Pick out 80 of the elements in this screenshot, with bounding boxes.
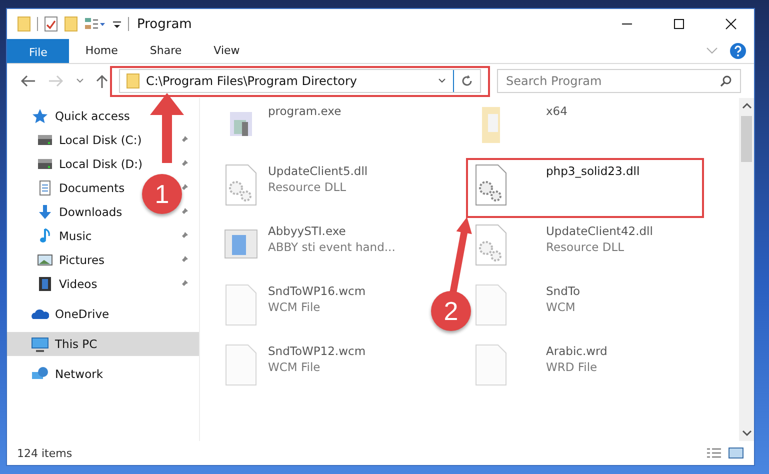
file-type: ABBY sti event hand... [268,240,396,254]
file-item[interactable]: SndTo WCM [472,278,582,338]
nav-item[interactable]: OneDrive [7,302,199,326]
search-field[interactable]: Search Program [497,69,741,93]
drive-icon [37,132,53,148]
drive-icon [37,156,53,172]
file-type: Resource DLL [268,180,348,194]
nav-item[interactable]: Network [7,362,199,386]
nav-item[interactable]: Downloads [7,200,126,224]
star-icon [31,108,49,124]
file-type: WCM [546,300,576,314]
file-type: WRD File [546,360,598,374]
nav-item[interactable]: Local Disk (C:) [7,128,146,152]
scroll-up-icon[interactable] [742,102,752,110]
file-item[interactable]: SndToWP12.wcm WCM File [222,338,368,398]
window-title: Program [137,16,192,32]
nav-item[interactable]: Pictures [7,248,109,272]
ribbon-tab[interactable]: View [198,39,256,63]
monitor-icon [31,336,49,352]
properties-icon[interactable] [84,16,106,32]
file-name: Arabic.wrd [546,344,608,358]
file-icon [474,284,508,326]
file-type: WCM File [268,300,322,314]
file-icon [224,284,258,326]
file-item[interactable]: UpdateClient5.dll Resource DLL [222,158,370,218]
refresh-icon[interactable] [460,74,474,88]
chevron-icon[interactable] [437,77,447,85]
picture-icon [37,252,53,268]
nav-item[interactable]: Videos [7,272,102,296]
file-name: AbbyySTI.exe [268,224,347,238]
nav-item[interactable]: Local Disk (D:) [7,152,147,176]
file-icon [224,344,258,386]
help-icon[interactable] [730,43,746,59]
scroll-down-icon[interactable] [742,429,752,437]
ribbon-tab[interactable]: File [7,39,70,63]
film-icon [37,276,53,292]
step-badge: 2 [431,291,471,331]
chevron-icon[interactable] [75,77,85,85]
nav-item[interactable]: Quick access [7,104,199,128]
nav-item[interactable]: Music [7,224,96,248]
nav-item[interactable]: This PC [7,332,199,356]
file-name: UpdateClient42.dll [546,224,653,238]
file-icon [474,344,508,386]
file-item[interactable]: program.exe [222,98,344,158]
file-item[interactable]: AbbyySTI.exe ABBY sti event hand... [222,218,398,278]
step-badge: 1 [142,174,182,214]
highlighted-file-item[interactable]: php3_solid23.dll [466,158,704,218]
up-icon[interactable] [95,73,109,89]
file-type: WCM File [268,360,322,374]
file-item[interactable]: x64 [472,98,570,158]
item-count: 124 items [17,446,72,460]
file-item[interactable]: UpdateClient42.dll Resource DLL [472,218,655,278]
ribbon-tab[interactable]: Home [69,39,134,63]
file-name: UpdateClient5.dll [268,164,368,178]
checklist-icon[interactable] [44,16,58,32]
folder-icon [126,73,140,89]
file-name: program.exe [268,104,342,118]
document-icon [37,180,53,196]
file-name: SndToWP12.wcm [268,344,366,358]
scroll-thumb[interactable] [741,116,752,162]
file-name: php3_solid23.dll [546,164,640,178]
file-name: SndToWP16.wcm [268,284,366,298]
download-arrow-icon [37,204,53,220]
back-icon[interactable] [19,74,37,88]
music-note-icon [37,228,53,244]
nav-item[interactable]: Documents [7,176,129,200]
file-item[interactable]: Arabic.wrd WRD File [472,338,610,398]
file-item[interactable]: SndToWP16.wcm WCM File [222,278,368,338]
details-view-icon[interactable] [706,447,722,459]
search-icon [720,75,732,87]
file-name: SndTo [546,284,580,298]
gear-file-icon [474,164,508,206]
file-type: Resource DLL [546,240,626,254]
scrollbar[interactable] [739,98,754,441]
ribbon-tab[interactable]: Share [134,39,198,63]
address-bar[interactable]: C:\Program Files\Program Directory [119,69,481,93]
gear-file-icon [474,224,508,266]
file-name: x64 [546,104,568,118]
gear-file-icon [224,164,258,206]
thumbnail-view-icon[interactable] [728,447,744,459]
